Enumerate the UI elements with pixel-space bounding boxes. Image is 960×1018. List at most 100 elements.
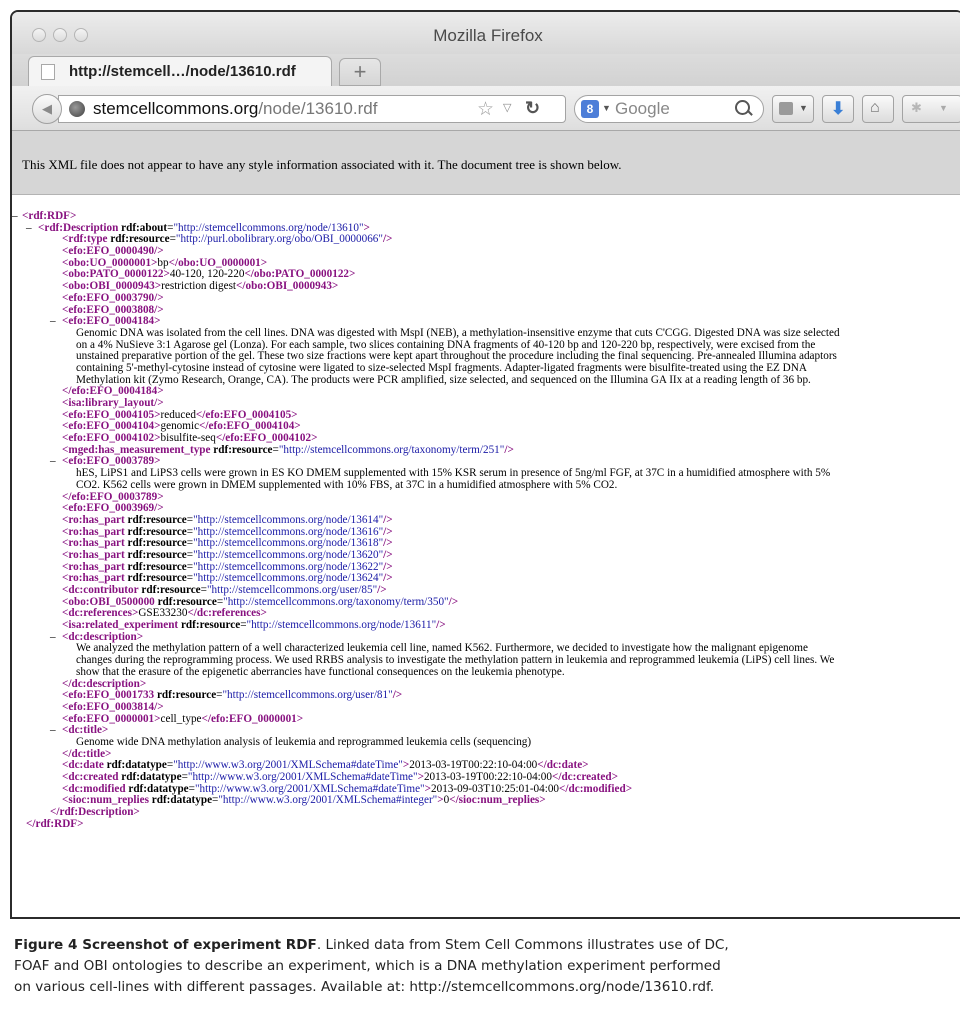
xml-attr-value: "http://stemcellcommons.org/node/13614" (193, 513, 384, 526)
collapse-toggle[interactable]: – (50, 456, 56, 468)
xml-tag: <obo:OBI_0500000 (62, 595, 155, 608)
xml-tag: <efo:EFO_0001733 (62, 689, 155, 702)
xml-text-block: We analyzed the methylation pattern of a… (62, 643, 960, 678)
xml-text: 2013-09-03T10:25:01-04:00 (431, 782, 560, 795)
xml-tag-end: > (363, 221, 370, 234)
xml-attr-value: "http://stemcellcommons.org/user/85" (206, 584, 378, 596)
xml-tag-end: /> (383, 525, 393, 538)
search-icon[interactable] (735, 100, 750, 115)
addon-button[interactable]: ✱ ▼ (902, 95, 960, 123)
xml-tag: <efo:EFO_0003790/> (62, 291, 164, 304)
xml-tag-end: /> (383, 560, 393, 573)
bookmark-star-icon[interactable]: ☆ (477, 98, 494, 121)
xml-tag: </dc:description> (62, 677, 147, 690)
chevron-down-icon: ▼ (799, 103, 808, 113)
home-icon: ⌂ (870, 99, 880, 116)
url-path: /node/13610.rdf (258, 99, 378, 118)
back-arrow-icon: ◀ (42, 101, 52, 116)
xml-attr-value: "http://stemcellcommons.org/node/13618" (193, 537, 384, 550)
bookmarks-icon (779, 102, 793, 115)
reload-icon[interactable]: ↻ (525, 98, 540, 119)
xml-attr-name: rdf:resource (180, 619, 241, 632)
xml-text-line: show that the erasure of the epigenetic … (76, 665, 565, 678)
xml-tag: </obo:OBI_0000943> (236, 280, 339, 293)
xml-tag: <rdf:Description (38, 221, 119, 234)
xml-tag: </rdf:Description> (50, 806, 140, 819)
navigation-toolbar: stemcellcommons.org/node/13610.rdf ☆ ▽ ↻… (12, 86, 960, 131)
xml-tag: <efo:EFO_0003789> (62, 455, 161, 468)
xml-tag: </sioc:num_replies> (449, 794, 546, 807)
xml-text-line: containing 5'-methyl-cytosine instead of… (76, 361, 807, 374)
figure-caption: Figure 4 Screenshot of experiment RDF. L… (14, 935, 958, 998)
description-children: <rdf:type rdf:resource="http://purl.obol… (12, 234, 960, 807)
xml-attr-name: rdf:resource (127, 560, 187, 573)
search-bar[interactable]: 8 ▼ Google (574, 95, 764, 123)
xml-tag: <isa:related_experiment (62, 619, 179, 632)
google-engine-icon[interactable]: 8 (581, 100, 599, 118)
xml-tag: </efo:EFO_0004184> (62, 385, 164, 398)
xml-attr-name: rdf:datatype (128, 782, 189, 795)
xml-text-block: hES, LiPS1 and LiPS3 cells were grown in… (62, 467, 960, 491)
xml-tag-end: /> (448, 595, 459, 608)
engine-dropdown-icon[interactable]: ▼ (602, 103, 611, 113)
page-favicon-icon (41, 64, 55, 80)
xml-attr-name: rdf:datatype (106, 759, 167, 772)
xml-tag: <obo:PATO_0000122> (62, 268, 170, 281)
xml-attr-value: "http://stemcellcommons.org/taxonomy/ter… (223, 595, 449, 608)
xml-text: genomic (160, 420, 200, 433)
xml-attr-value: "http://www.w3.org/2001/XMLSchema#intege… (218, 794, 438, 807)
collapse-toggle[interactable]: – (50, 315, 56, 328)
url-bar[interactable]: stemcellcommons.org/node/13610.rdf ☆ ▽ ↻ (58, 95, 566, 123)
home-button[interactable]: ⌂ (862, 95, 894, 123)
window-title: Mozilla Firefox (433, 26, 543, 45)
xml-text: bisulfite-seq (160, 432, 216, 445)
collapse-toggle[interactable]: – (26, 222, 32, 235)
xml-tag: <efo:EFO_0004104> (62, 420, 161, 433)
xml-attr-name: rdf:resource (127, 548, 187, 561)
xml-attr-value: "http://stemcellcommons.org/user/81" (222, 689, 393, 702)
xml-tag: </obo:UO_0000001> (168, 256, 268, 269)
xml-tag: <dc:description> (62, 630, 144, 643)
xml-tag-end: /> (383, 513, 393, 526)
xml-tag: </dc:title> (62, 747, 112, 760)
xml-tag: <sioc:num_replies (62, 794, 149, 807)
xml-attr-value: "http://stemcellcommons.org/node/13622" (193, 560, 384, 573)
xml-tag: <dc:title> (62, 724, 109, 737)
browser-window: Mozilla Firefox http://stemcell…/node/13… (10, 10, 960, 919)
xml-attr-name: rdf:resource (127, 525, 187, 538)
tab-current[interactable]: http://stemcell…/node/13610.rdf (28, 56, 332, 88)
caption-line: on various cell-lines with different pas… (14, 979, 715, 995)
xml-tree: – <rdf:RDF> – <rdf:Description rdf:about… (12, 195, 960, 830)
xml-tag: <ro:has_part (62, 537, 125, 550)
xml-attr-name: rdf:resource (127, 572, 187, 585)
xml-attr-value: "http://www.w3.org/2001/XMLSchema#dateTi… (187, 771, 418, 783)
xml-tag: </obo:PATO_0000122> (244, 268, 356, 281)
xml-tag: </dc:date> (537, 759, 589, 772)
bookmarks-button[interactable]: ▼ (772, 95, 814, 123)
xml-tag: <efo:EFO_0000001> (62, 712, 161, 725)
xml-tag-end: /> (383, 548, 393, 561)
downloads-button[interactable]: ⬇ (822, 95, 854, 123)
history-dropdown-icon[interactable]: ▽ (503, 101, 511, 114)
xml-tag: </efo:EFO_0000001> (201, 712, 304, 725)
collapse-toggle[interactable]: – (50, 725, 56, 737)
caption-text: . Linked data from Stem Cell Commons ill… (316, 937, 729, 953)
back-button[interactable]: ◀ (32, 94, 62, 124)
site-identity-icon[interactable] (69, 101, 85, 117)
xml-attr-value: "http://purl.obolibrary.org/obo/OBI_0000… (175, 233, 383, 246)
url-domain: stemcellcommons.org (93, 99, 259, 118)
xml-attr-name: rdf:about (121, 221, 168, 234)
xml-tag: <dc:references> (62, 607, 139, 620)
url-text[interactable]: stemcellcommons.org/node/13610.rdf (93, 99, 377, 119)
xml-attr-name: rdf:resource (110, 233, 170, 246)
xml-tag: <ro:has_part (62, 513, 125, 526)
xml-tag: </dc:modified> (559, 782, 633, 795)
collapse-toggle[interactable]: – (12, 210, 18, 223)
collapse-toggle[interactable]: – (50, 631, 56, 644)
new-tab-button[interactable]: + (339, 58, 381, 86)
xml-tag: <efo:EFO_0004105> (62, 408, 161, 421)
xml-tag: </efo:EFO_0003789> (62, 490, 164, 503)
search-placeholder: Google (615, 99, 670, 118)
xml-text-line: CO2. K562 cells were grown in DMEM suppl… (76, 478, 618, 491)
xml-attr-value: "http://stemcellcommons.org/node/13616" (193, 525, 384, 538)
